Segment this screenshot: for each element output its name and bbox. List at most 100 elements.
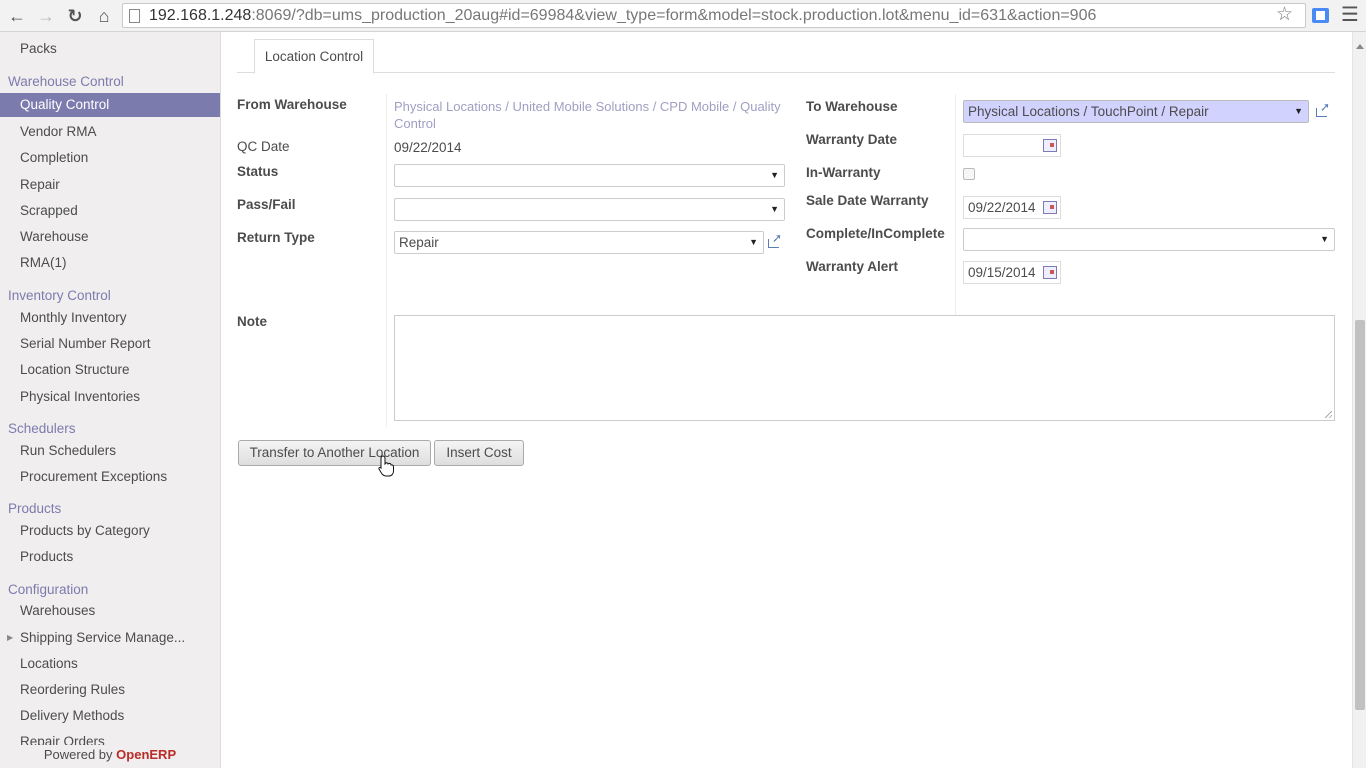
sidebar-item-physical-inventories[interactable]: Physical Inventories [0,385,220,409]
tab-location-control[interactable]: Location Control [254,39,374,74]
warranty-date-label: Warranty Date [806,132,898,147]
in-warranty-checkbox[interactable] [963,168,975,180]
sidebar-item-label: Products [8,501,62,516]
sidebar-item-label: RMA(1) [20,255,67,270]
sidebar-item-repair[interactable]: Repair [0,173,220,197]
sidebar-item-products[interactable]: Products [0,545,220,569]
sidebar-item-label: Warehouse [20,229,89,244]
sidebar-item-quality-control[interactable]: Quality Control [0,93,220,117]
sidebar-item-delivery-methods[interactable]: Delivery Methods [0,704,220,728]
column-divider [386,312,387,427]
expand-caret-icon[interactable]: ▶ [7,626,13,650]
sidebar-item-label: Quality Control [20,97,110,112]
sidebar-item-completion[interactable]: Completion [0,146,220,170]
forward-icon[interactable]: → [34,4,58,28]
complete-incomplete-select[interactable]: ▼ [963,228,1335,251]
warranty-date-input[interactable] [963,134,1061,157]
bookmark-star-icon[interactable]: ☆ [1276,3,1293,26]
open-record-icon[interactable] [767,231,784,249]
from-warehouse-value[interactable]: Physical Locations / United Mobile Solut… [394,98,789,132]
sidebar-item-procurement-exceptions[interactable]: Procurement Exceptions [0,465,220,489]
dropdown-arrow-icon: ▼ [770,204,779,214]
column-divider [955,94,956,316]
to-warehouse-select[interactable]: Physical Locations / TouchPoint / Repair… [963,100,1309,123]
sidebar-item-products-by-category[interactable]: Products by Category [0,519,220,543]
address-bar[interactable]: 192.168.1.248:8069/?db=ums_production_20… [122,3,1306,28]
scroll-thumb[interactable] [1355,320,1365,710]
sidebar-item-location-structure[interactable]: Location Structure [0,358,220,382]
sidebar-item-label: Products [20,549,74,564]
extension-icon[interactable] [1312,8,1329,23]
sidebar-section-configuration: Configuration [0,582,220,597]
sidebar-section-warehouse-control: Warehouse Control [0,74,220,89]
dropdown-arrow-icon: ▼ [770,170,779,180]
calendar-icon[interactable] [1043,201,1057,214]
return-type-select[interactable]: Repair ▼ [394,231,764,254]
sidebar-item-label: Reordering Rules [20,682,126,697]
open-record-icon[interactable] [1315,100,1332,118]
sidebar-item-vendor-rma[interactable]: Vendor RMA [0,120,220,144]
status-select[interactable]: ▼ [394,164,785,187]
url-text: 192.168.1.248:8069/?db=ums_production_20… [149,7,1097,24]
page-icon [129,9,140,23]
qc-date-value: 09/22/2014 [394,140,462,155]
sidebar-item-warehouses[interactable]: Warehouses [0,599,220,623]
sidebar-item-scrapped[interactable]: Scrapped [0,199,220,223]
warranty-alert-label: Warranty Alert [806,259,899,274]
sidebar-item-label: Location Structure [20,362,130,377]
note-textarea[interactable] [394,315,1335,421]
reload-icon[interactable]: ↻ [63,4,87,28]
dropdown-arrow-icon: ▼ [1320,234,1329,244]
sidebar-item-packs[interactable]: Packs [0,37,220,61]
home-icon[interactable]: ⌂ [92,4,116,28]
to-warehouse-label: To Warehouse [806,99,898,114]
dropdown-arrow-icon: ▼ [1294,106,1303,116]
sidebar-item-label: Shipping Service Manage... [20,630,186,645]
resize-grip-icon[interactable] [1325,411,1332,418]
sidebar-item-label: Warehouses [20,603,96,618]
sidebar-item-warehouse[interactable]: Warehouse [0,225,220,249]
main-content: Location Control From Warehouse Physical… [221,32,1352,768]
sidebar-item-reordering-rules[interactable]: Reordering Rules [0,678,220,702]
sidebar-item-label: Physical Inventories [20,389,141,404]
calendar-icon[interactable] [1043,266,1057,279]
sidebar-item-run-schedulers[interactable]: Run Schedulers [0,439,220,463]
sidebar-item-label: Completion [20,150,89,165]
insert-cost-button[interactable]: Insert Cost [434,440,524,466]
pass-fail-label: Pass/Fail [237,197,296,212]
pass-fail-select[interactable]: ▼ [394,198,785,221]
hand-cursor-icon [378,455,394,477]
sidebar-item-label: Products by Category [20,523,150,538]
in-warranty-label: In-Warranty [806,165,881,180]
openerp-link[interactable]: OpenERP [116,747,176,762]
sidebar-item-label: Delivery Methods [20,708,125,723]
note-label: Note [237,314,267,329]
sidebar-item-label: Monthly Inventory [20,310,127,325]
sidebar-item-label: Run Schedulers [20,443,117,458]
sidebar: Packs Warehouse Control Quality Control Ven… [0,32,221,768]
back-icon[interactable]: ← [5,4,29,28]
sidebar-item-monthly-inventory[interactable]: Monthly Inventory [0,306,220,330]
sidebar-item-serial-number-report[interactable]: Serial Number Report [0,332,220,356]
dropdown-arrow-icon: ▼ [749,237,758,247]
sidebar-item-label: Locations [20,656,78,671]
sidebar-section-products: Products [0,501,220,516]
browser-toolbar: ← → ↻ ⌂ 192.168.1.248:8069/?db=ums_produ… [0,0,1366,32]
browser-menu-icon[interactable]: ☰ [1341,2,1359,27]
sidebar-section-inventory-control: Inventory Control [0,288,220,303]
transfer-location-button[interactable]: Transfer to Another Location [238,440,431,466]
calendar-icon[interactable] [1043,139,1057,152]
warranty-alert-input[interactable]: 09/15/2014 [963,261,1061,284]
sidebar-item-locations[interactable]: Locations [0,652,220,676]
tab-bar-line [237,72,1335,73]
sidebar-section-schedulers: Schedulers [0,421,220,436]
sidebar-item-label: Warehouse Control [8,74,124,89]
page-scrollbar[interactable] [1352,32,1366,768]
sidebar-item-label: Schedulers [8,421,76,436]
sidebar-item-label: Procurement Exceptions [20,469,168,484]
sidebar-item-shipping-service-manage[interactable]: Shipping Service Manage... ▶ [0,626,220,650]
scroll-up-icon[interactable] [1356,44,1364,49]
sidebar-item-rma-1[interactable]: RMA(1) [0,251,220,275]
qc-date-label: QC Date [237,139,290,154]
sale-date-warranty-input[interactable]: 09/22/2014 [963,196,1061,219]
